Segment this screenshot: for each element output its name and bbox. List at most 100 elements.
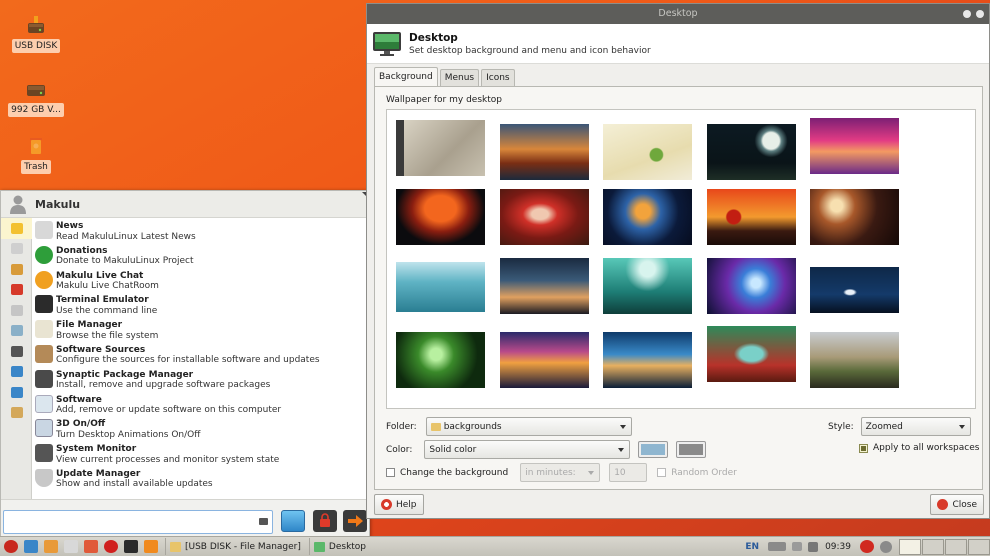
task-desktop-settings[interactable]: Desktop (308, 538, 370, 555)
wallpaper-thumbnail[interactable] (500, 332, 589, 388)
workspace-2[interactable] (922, 538, 944, 555)
secondary-color-button[interactable] (676, 441, 707, 458)
briefcase-icon (10, 263, 23, 275)
start-menu-button[interactable] (4, 540, 18, 553)
category-internet[interactable] (1, 321, 32, 342)
show-desktop-icon[interactable] (24, 540, 38, 553)
wallpaper-thumbnail[interactable] (707, 258, 796, 314)
wallpaper-thumbnail[interactable] (396, 262, 485, 312)
menu-item-subtitle: Add, remove or update software on this c… (56, 405, 282, 416)
color-mode-select[interactable]: Solid color (424, 440, 631, 459)
browser-icon[interactable] (44, 540, 58, 553)
wallpaper-thumbnail[interactable] (603, 189, 692, 245)
vlc-icon[interactable] (144, 540, 158, 553)
wallpaper-thumbnail[interactable] (500, 124, 589, 180)
package-icon[interactable] (84, 540, 98, 553)
wallpaper-thumbnail[interactable] (396, 332, 485, 388)
category-accessories[interactable] (1, 259, 32, 280)
menu-search-input[interactable] (3, 510, 273, 534)
menu-item-file-manager[interactable]: File Manager Browse the file system (33, 318, 369, 343)
battery-icon[interactable] (792, 542, 803, 551)
minimize-button[interactable] (963, 10, 971, 18)
menu-item-synaptic[interactable]: Synaptic Package Manager Install, remove … (33, 368, 369, 393)
menu-item-update-manager[interactable]: Update Manager Show and install available… (33, 467, 369, 492)
makulu-logo-icon[interactable] (860, 540, 874, 553)
terminal-icon (35, 295, 53, 314)
desktop-icon-label: Trash (21, 160, 51, 174)
tab-menus[interactable]: Menus (439, 69, 480, 86)
workspace-4[interactable] (968, 538, 990, 555)
wallpaper-thumbnail[interactable] (810, 267, 899, 313)
menu-item-3d-toggle[interactable]: 3D On/Off Turn Desktop Animations On/Off (33, 417, 369, 442)
wallpaper-thumbnail[interactable] (603, 258, 692, 314)
category-multimedia[interactable] (1, 341, 32, 362)
folder-select[interactable]: backgrounds (425, 417, 632, 436)
window-titlebar[interactable]: Desktop (367, 4, 989, 24)
menu-item-subtitle: Install, remove and upgrade software pac… (56, 380, 271, 391)
hard-drive-icon (24, 78, 48, 100)
menu-item-title: Software (56, 394, 102, 405)
opera-icon[interactable] (104, 540, 118, 553)
wallpaper-thumbnail[interactable] (396, 120, 485, 176)
menu-item-system-monitor[interactable]: System Monitor View current processes and… (33, 442, 369, 467)
menu-item-software[interactable]: Software Add, remove or update software o… (33, 393, 369, 418)
wallpaper-thumbnail[interactable] (810, 332, 899, 388)
category-system[interactable] (1, 403, 32, 424)
random-order-label: Random Order (671, 467, 737, 478)
wallpaper-thumbnail[interactable] (707, 326, 796, 382)
category-favorites[interactable] (1, 218, 32, 239)
help-button[interactable]: Help (374, 494, 424, 515)
interval-unit-select[interactable]: in minutes: (520, 463, 601, 482)
wallpaper-thumbnail[interactable] (603, 124, 692, 180)
wallpaper-thumbnail[interactable] (707, 124, 796, 180)
lock-button[interactable] (313, 510, 337, 532)
menu-item-news[interactable]: News Read MakuluLinux Latest News (33, 219, 369, 244)
close-window-button[interactable] (976, 10, 984, 18)
wallpaper-thumbnail[interactable] (500, 189, 589, 245)
workspace-1[interactable] (899, 538, 921, 555)
tab-background[interactable]: Background (374, 67, 438, 86)
menu-item-title: Update Manager (56, 468, 141, 479)
user-avatar-icon (9, 194, 27, 214)
wallpaper-thumbnail[interactable] (810, 118, 899, 174)
clock[interactable]: 09:39 (825, 542, 851, 552)
volume-icon[interactable] (808, 541, 819, 552)
menu-item-terminal[interactable]: Terminal Emulator Use the command line (33, 293, 369, 318)
interval-spinner[interactable]: 10 (609, 463, 648, 482)
menu-item-title: Synaptic Package Manager (56, 369, 194, 380)
category-all[interactable] (1, 239, 32, 260)
wallpaper-thumbnail[interactable] (707, 189, 796, 245)
menu-item-software-sources[interactable]: Software Sources Configure the sources fo… (33, 343, 369, 368)
task-file-manager[interactable]: [USB DISK - File Manager] (165, 538, 305, 555)
tab-icons[interactable]: Icons (481, 69, 515, 86)
lock-screen-monitor-button[interactable] (281, 510, 305, 532)
wallpaper-thumbnail[interactable] (396, 189, 485, 245)
workspace-3[interactable] (945, 538, 967, 555)
menu-item-donations[interactable]: Donations Donate to MakuluLinux Project (33, 244, 369, 269)
style-select[interactable]: Zoomed (860, 417, 971, 436)
close-button[interactable]: Close (930, 494, 984, 515)
random-order-checkbox[interactable] (657, 468, 667, 477)
category-graphics[interactable] (1, 300, 32, 321)
desktop-icon-label: USB DISK (11, 39, 61, 53)
globe-icon (10, 325, 23, 337)
category-development[interactable] (1, 280, 32, 301)
menu-item-live-chat[interactable]: Makulu Live Chat Makulu Live ChatRoom (33, 269, 369, 294)
logout-button[interactable] (343, 510, 367, 532)
desktop-icon-trash[interactable]: Trash (6, 135, 66, 174)
primary-color-button[interactable] (638, 441, 669, 458)
wallpaper-thumbnail[interactable] (603, 332, 692, 388)
category-settings[interactable] (1, 382, 32, 403)
power-icon[interactable] (880, 540, 892, 553)
keyboard-layout-indicator[interactable]: EN (745, 542, 759, 552)
change-background-checkbox[interactable] (386, 468, 395, 477)
category-office[interactable] (1, 362, 32, 383)
desktop-icon-usb-disk[interactable]: USB DISK (6, 14, 66, 53)
apply-all-checkbox[interactable] (859, 443, 868, 453)
software-center-icon[interactable] (64, 540, 78, 553)
network-icon[interactable] (768, 542, 787, 551)
terminal-icon[interactable] (124, 540, 138, 553)
wallpaper-thumbnail[interactable] (500, 258, 589, 314)
wallpaper-thumbnail[interactable] (810, 189, 899, 245)
desktop-icon-volume[interactable]: 992 GB V... (6, 78, 66, 117)
